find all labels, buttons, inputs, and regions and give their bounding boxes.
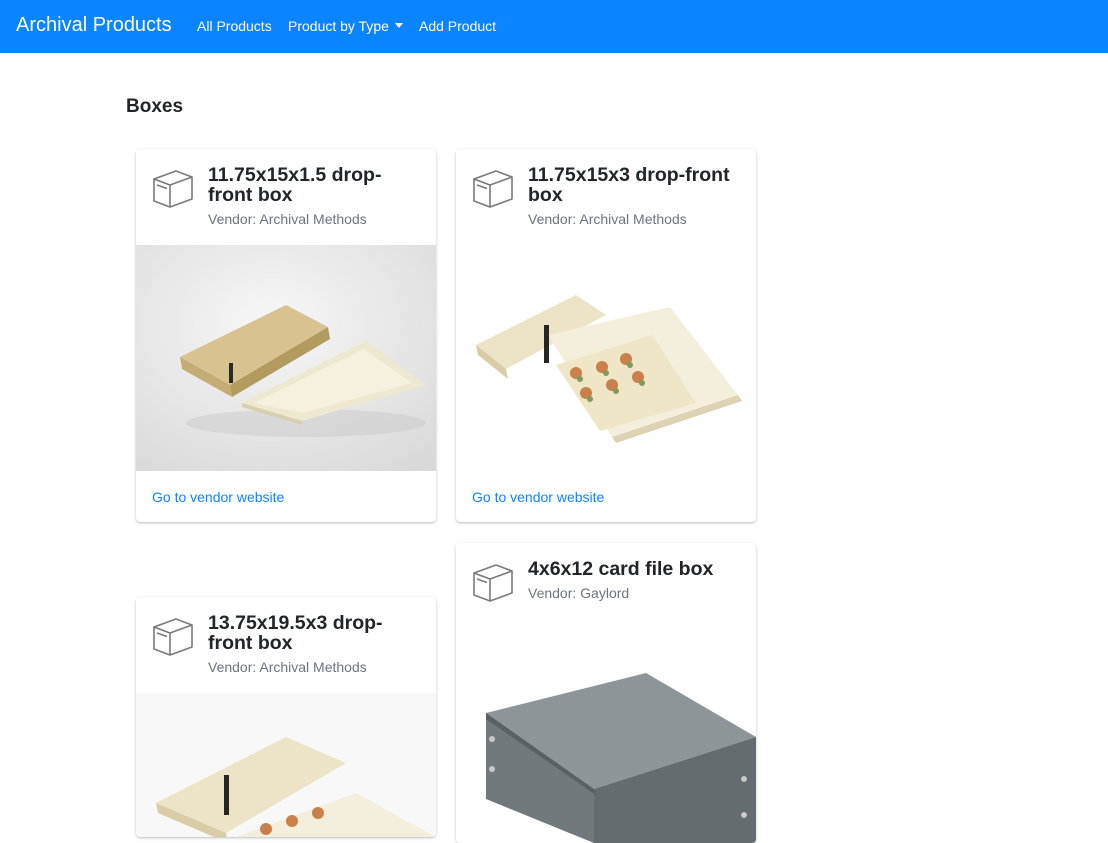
box-icon xyxy=(473,564,513,602)
product-image xyxy=(456,245,756,471)
product-image xyxy=(456,619,756,843)
product-title: 13.75x19.5x3 drop-front box xyxy=(208,612,383,654)
nav-add-product[interactable]: Add Product xyxy=(419,18,496,34)
product-title: 11.75x15x3 drop-front box xyxy=(528,164,730,206)
navbar: Archival Products All Products Product b… xyxy=(0,0,1108,53)
product-card: 11.75x15x3 drop-front box Vendor: Archiv… xyxy=(456,149,756,522)
product-title: 4x6x12 card file box xyxy=(528,558,714,580)
product-image xyxy=(136,245,436,471)
product-vendor: Vendor: Gaylord xyxy=(528,585,630,601)
nav-product-by-type-label: Product by Type xyxy=(288,18,389,34)
product-image xyxy=(136,693,436,837)
product-title: 11.75x15x1.5 drop-front box xyxy=(208,164,382,206)
box-icon xyxy=(153,618,193,656)
navbar-brand[interactable]: Archival Products xyxy=(16,14,172,37)
product-vendor: Vendor: Archival Methods xyxy=(208,659,367,675)
box-icon xyxy=(473,170,513,208)
product-card: 4x6x12 card file box Vendor: Gaylord xyxy=(456,543,756,843)
vendor-website-link[interactable]: Go to vendor website xyxy=(152,489,284,505)
nav-product-by-type-dropdown[interactable]: Product by Type xyxy=(288,18,403,34)
product-card: 13.75x19.5x3 drop-front box Vendor: Arch… xyxy=(136,597,436,837)
page-title: Boxes xyxy=(126,96,184,117)
product-vendor: Vendor: Archival Methods xyxy=(528,211,687,227)
vendor-website-link[interactable]: Go to vendor website xyxy=(472,489,604,505)
nav-all-products[interactable]: All Products xyxy=(197,18,272,34)
product-card: 11.75x15x1.5 drop-front box Vendor: Arch… xyxy=(136,149,436,522)
caret-down-icon xyxy=(394,23,403,28)
box-icon xyxy=(153,170,193,208)
product-vendor: Vendor: Archival Methods xyxy=(208,211,367,227)
